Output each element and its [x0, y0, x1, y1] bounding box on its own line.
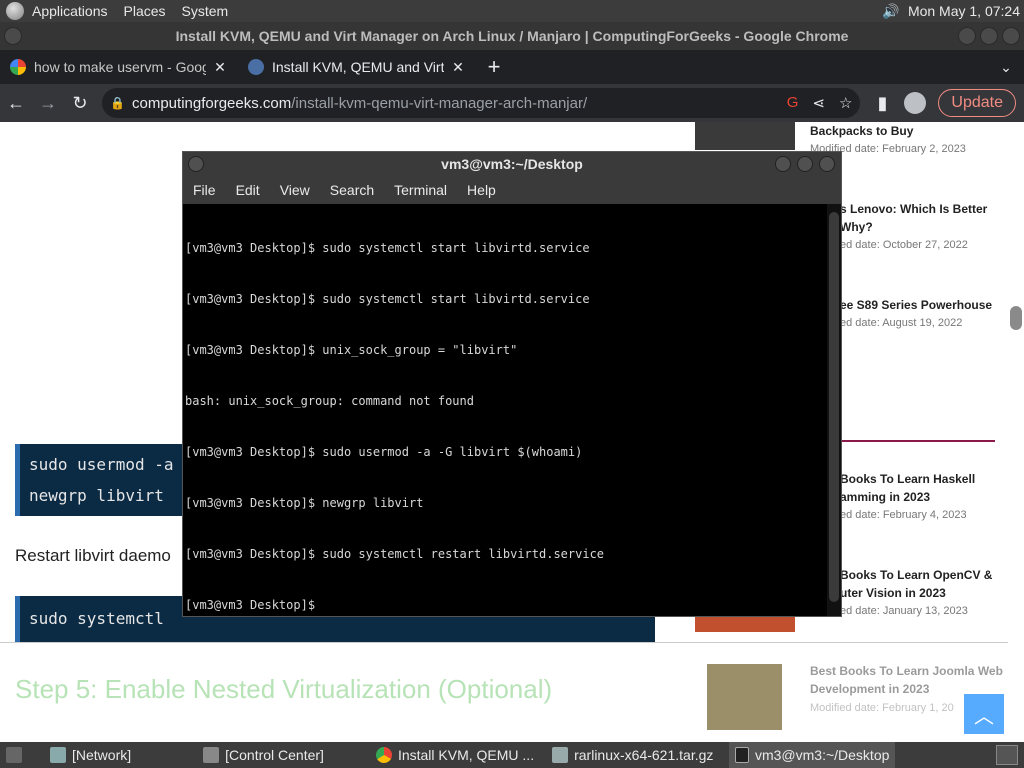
window-title: Install KVM, QEMU and Virt Manager on Ar… [175, 28, 849, 44]
applications-menu[interactable]: Applications [0, 0, 116, 22]
menu-file[interactable]: File [183, 182, 226, 198]
sidebar-article-title[interactable]: Backpacks to Buy [810, 122, 913, 140]
bottom-taskbar: [Network] [Control Center] Install KVM, … [0, 742, 1024, 768]
terminal-icon [735, 747, 749, 763]
menu-edit[interactable]: Edit [226, 182, 270, 198]
tab-search-chevron-icon[interactable]: ⌄ [988, 50, 1024, 84]
window-menu-button[interactable] [188, 156, 204, 172]
desktop-icon [6, 747, 22, 763]
side-panel-icon[interactable]: ▮ [866, 87, 898, 119]
archive-icon [552, 747, 569, 763]
forward-arrow-icon[interactable]: → [32, 87, 64, 119]
close-window-button[interactable] [819, 156, 835, 172]
google-icon [10, 59, 26, 75]
site-icon [248, 59, 264, 75]
system-menu[interactable]: System [174, 0, 237, 22]
control-center-icon [203, 747, 220, 763]
taskbar-item-control-center[interactable]: [Control Center] [197, 742, 330, 768]
menu-terminal[interactable]: Terminal [384, 182, 457, 198]
sidebar-article-date: ed date: October 27, 2022 [840, 239, 968, 251]
scroll-to-top-icon[interactable]: ︿ [964, 694, 1004, 734]
taskbar-item-terminal[interactable]: vm3@vm3:~/Desktop [729, 742, 896, 768]
window-menu-button[interactable] [4, 27, 22, 45]
sidebar-article-title[interactable]: Books To Learn Haskell amming in 2023 [840, 470, 975, 506]
close-tab-icon[interactable]: ✕ [212, 59, 228, 75]
back-arrow-icon[interactable]: ← [0, 87, 32, 119]
paragraph-text: Restart libvirt daemo [15, 546, 171, 565]
sidebar-article-title[interactable]: Books To Learn OpenCV & uter Vision in 2… [840, 566, 992, 602]
update-button[interactable]: Update [938, 89, 1016, 117]
taskbar-item-chrome[interactable]: Install KVM, QEMU ... [370, 742, 540, 768]
taskbar-item-network[interactable]: [Network] [44, 742, 137, 768]
tab-install-kvm[interactable]: Install KVM, QEMU and Virt M ✕ [238, 50, 476, 84]
terminal-title: vm3@vm3:~/Desktop [441, 156, 583, 172]
maximize-button[interactable] [797, 156, 813, 172]
terminal-line: [vm3@vm3 Desktop]$ sudo systemctl start … [185, 241, 590, 255]
lock-icon: 🔒 [110, 96, 125, 110]
new-tab-button[interactable]: + [476, 50, 512, 84]
url-path: /install-kvm-qemu-virt-manager-arch-manj… [291, 94, 588, 112]
sidebar-article-date: ed date: August 19, 2022 [840, 317, 963, 329]
url-domain: computingforgeeks.com [132, 94, 292, 112]
sidebar-article-date: ed date: February 4, 2023 [840, 509, 967, 521]
taskbar-item-archive[interactable]: rarlinux-x64-621.tar.gz [546, 742, 719, 768]
terminal-line: [vm3@vm3 Desktop]$ newgrp libvirt [185, 496, 424, 510]
reload-icon[interactable]: ↻ [64, 87, 96, 119]
volume-icon[interactable]: 🔊 [880, 2, 902, 20]
profile-avatar-icon[interactable] [904, 92, 927, 114]
terminal-output[interactable]: [vm3@vm3 Desktop]$ sudo systemctl start … [183, 204, 827, 616]
terminal-line: [vm3@vm3 Desktop]$ sudo systemctl start … [185, 292, 590, 306]
scrollbar-thumb[interactable] [829, 212, 839, 602]
browser-toolbar: ← → ↻ 🔒 computingforgeeks.com/install-kv… [0, 84, 1024, 122]
sidebar-divider [840, 440, 995, 442]
sidebar-article-title[interactable]: ee S89 Series Powerhouse [840, 296, 992, 314]
minimize-button[interactable] [958, 27, 976, 45]
sidebar-thumbnail[interactable] [707, 664, 782, 730]
workspace-switcher-icon[interactable] [996, 745, 1018, 765]
tab-strip: how to make uservm - Google ✕ Install KV… [0, 50, 1024, 84]
menu-help[interactable]: Help [457, 182, 506, 198]
section-heading: Step 5: Enable Nested Virtualization (Op… [15, 674, 553, 704]
terminal-line: [vm3@vm3 Desktop]$ sudo systemctl restar… [185, 547, 605, 561]
share-icon[interactable]: ⋖ [812, 94, 825, 112]
sidebar-article-title[interactable]: Best Books To Learn Joomla Web Developme… [810, 662, 1003, 698]
maximize-button[interactable] [980, 27, 998, 45]
window-icon [50, 747, 66, 763]
google-lens-icon[interactable]: G [787, 94, 799, 112]
distro-logo-icon [6, 2, 24, 20]
sidebar-article-title[interactable]: s Lenovo: Which Is Better Why? [840, 200, 987, 236]
bookmark-star-icon[interactable]: ☆ [839, 94, 852, 112]
sidebar-article-date: ed date: January 13, 2023 [840, 605, 968, 617]
terminal-titlebar[interactable]: vm3@vm3:~/Desktop [183, 152, 841, 176]
menu-search[interactable]: Search [320, 182, 384, 198]
terminal-line: [vm3@vm3 Desktop]$ sudo usermod -a -G li… [185, 445, 583, 459]
clock[interactable]: Mon May 1, 07:24 [908, 3, 1024, 19]
top-panel: Applications Places System 🔊 Mon May 1, … [0, 0, 1024, 22]
chrome-icon [375, 747, 392, 763]
page-scrollbar[interactable] [1010, 306, 1022, 330]
terminal-scrollbar[interactable] [827, 204, 841, 616]
section-divider [0, 642, 1008, 643]
chrome-titlebar[interactable]: Install KVM, QEMU and Virt Manager on Ar… [0, 22, 1024, 50]
close-window-button[interactable] [1002, 27, 1020, 45]
terminal-window: vm3@vm3:~/Desktop File Edit View Search … [182, 151, 842, 617]
terminal-prompt: [vm3@vm3 Desktop]$ [185, 598, 323, 612]
tab-google-search[interactable]: how to make uservm - Google ✕ [0, 50, 238, 84]
terminal-menubar: File Edit View Search Terminal Help [183, 176, 841, 204]
menu-view[interactable]: View [270, 182, 320, 198]
terminal-line: [vm3@vm3 Desktop]$ unix_sock_group = "li… [185, 343, 518, 357]
show-desktop-icon[interactable] [0, 742, 34, 768]
places-menu[interactable]: Places [116, 0, 174, 22]
sidebar-article-date: Modified date: February 1, 20 [810, 702, 954, 714]
address-bar[interactable]: 🔒 computingforgeeks.com/install-kvm-qemu… [102, 88, 861, 118]
close-tab-icon[interactable]: ✕ [450, 59, 466, 75]
terminal-line: bash: unix_sock_group: command not found [185, 394, 474, 408]
sidebar-thumbnail[interactable] [695, 122, 795, 150]
minimize-button[interactable] [775, 156, 791, 172]
